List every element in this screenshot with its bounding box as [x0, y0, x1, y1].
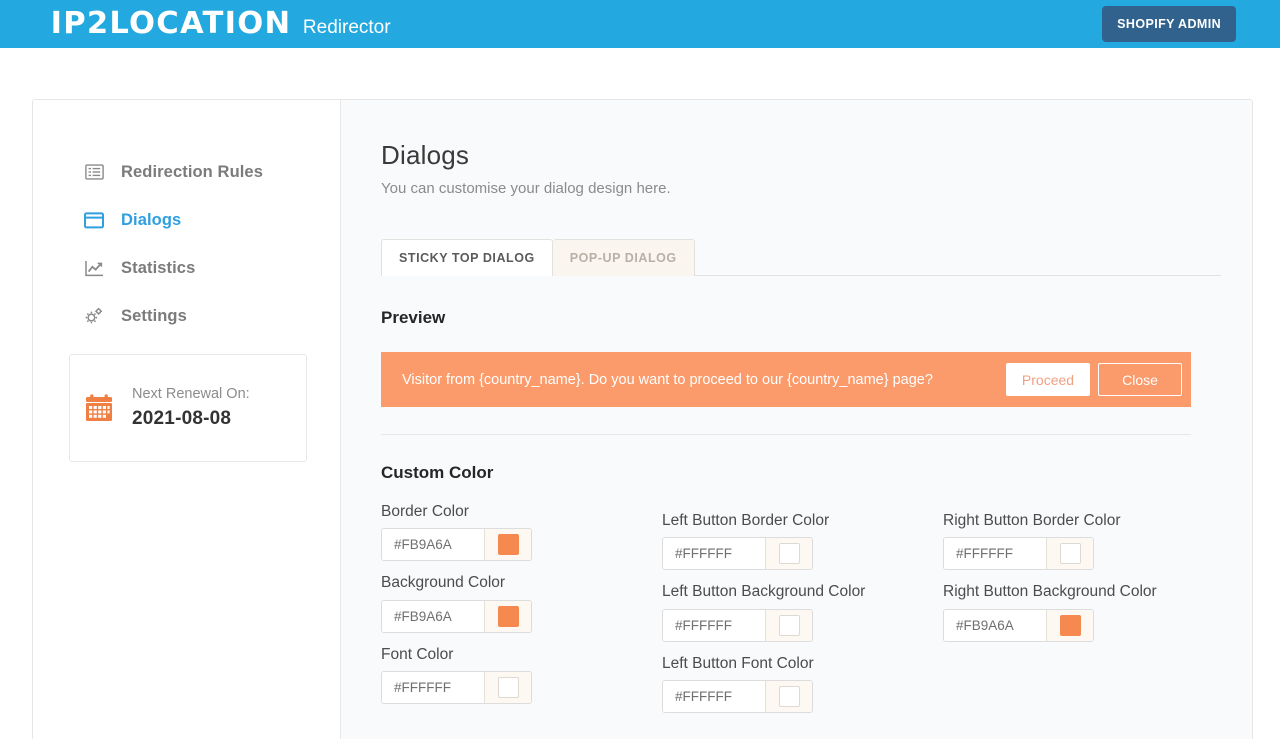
sidebar-item-label: Statistics [121, 259, 195, 278]
left-button-background-color-input[interactable] [663, 610, 765, 641]
preview-heading: Preview [381, 308, 1222, 328]
field-font-color: Font Color [381, 645, 662, 704]
main-content: Dialogs You can customise your dialog de… [341, 100, 1252, 739]
field-left-button-border-color: Left Button Border Color [662, 511, 943, 570]
cogs-icon [83, 306, 105, 326]
sidebar: Redirection Rules Dialogs Statistics [33, 100, 341, 739]
chart-line-icon [83, 258, 105, 278]
field-label: Left Button Border Color [662, 511, 884, 530]
sidebar-item-dialogs[interactable]: Dialogs [33, 196, 340, 244]
color-input-group[interactable] [943, 537, 1094, 570]
field-label: Right Button Border Color [943, 511, 1165, 530]
sidebar-item-statistics[interactable]: Statistics [33, 244, 340, 292]
field-label: Left Button Background Color [662, 582, 884, 601]
field-left-button-font-color: Left Button Font Color [662, 654, 943, 713]
left-button-font-color-input[interactable] [663, 681, 765, 712]
background-color-swatch-button[interactable] [484, 601, 531, 632]
shopify-admin-button[interactable]: SHOPIFY ADMIN [1102, 6, 1236, 42]
field-label: Font Color [381, 645, 603, 664]
field-border-color: Border Color [381, 502, 662, 561]
field-right-button-background-color: Right Button Background Color [943, 582, 1224, 641]
preview-message: Visitor from {country_name}. Do you want… [402, 372, 998, 388]
custom-color-grid: Border Color Background Color [381, 502, 1222, 725]
content-panel: Redirection Rules Dialogs Statistics [32, 99, 1253, 739]
custom-color-heading: Custom Color [381, 463, 1222, 483]
right-button-border-color-swatch-button[interactable] [1046, 538, 1093, 569]
left-button-border-color-input[interactable] [663, 538, 765, 569]
sidebar-item-redirection-rules[interactable]: Redirection Rules [33, 148, 340, 196]
tab-pop-up-dialog[interactable]: POP-UP DIALOG [553, 239, 695, 276]
sidebar-item-label: Redirection Rules [121, 163, 263, 182]
color-swatch [498, 534, 519, 555]
background-color-input[interactable] [382, 601, 484, 632]
product-name: Redirector [303, 18, 391, 37]
field-label: Left Button Font Color [662, 654, 884, 673]
window-icon [83, 210, 105, 230]
sidebar-item-label: Dialogs [121, 211, 181, 230]
page-title: Dialogs [381, 140, 1222, 171]
preview-close-button[interactable]: Close [1098, 363, 1182, 396]
preview-proceed-button[interactable]: Proceed [1006, 363, 1090, 396]
color-input-group[interactable] [381, 600, 532, 633]
border-color-input[interactable] [382, 529, 484, 560]
top-header-bar: IP2LOCATION Redirector SHOPIFY ADMIN [0, 0, 1280, 48]
field-label: Right Button Background Color [943, 582, 1165, 601]
page-subtitle: You can customise your dialog design her… [381, 180, 1222, 197]
color-swatch [498, 677, 519, 698]
color-column-dialog: Border Color Background Color [381, 502, 662, 725]
right-button-border-color-input[interactable] [944, 538, 1046, 569]
font-color-input[interactable] [382, 672, 484, 703]
list-alt-icon [83, 162, 105, 182]
color-swatch [779, 615, 800, 636]
sidebar-item-settings[interactable]: Settings [33, 292, 340, 340]
border-color-swatch-button[interactable] [484, 529, 531, 560]
color-swatch [779, 543, 800, 564]
color-swatch [1060, 543, 1081, 564]
color-input-group[interactable] [662, 609, 813, 642]
section-divider [381, 434, 1191, 435]
tab-sticky-top-dialog[interactable]: STICKY TOP DIALOG [381, 239, 553, 276]
ip2location-logo: IP2LOCATION [51, 9, 292, 39]
next-renewal-card: Next Renewal On: 2021-08-08 [69, 354, 307, 462]
color-input-group[interactable] [381, 528, 532, 561]
right-button-background-color-input[interactable] [944, 610, 1046, 641]
color-column-right-button: Right Button Border Color Right Button B… [943, 502, 1224, 725]
sidebar-item-label: Settings [121, 307, 187, 326]
field-label: Border Color [381, 502, 603, 521]
left-button-font-color-swatch-button[interactable] [765, 681, 812, 712]
color-column-left-button: Left Button Border Color Left Button Bac… [662, 502, 943, 725]
left-button-border-color-swatch-button[interactable] [765, 538, 812, 569]
renewal-date: 2021-08-08 [132, 408, 250, 430]
color-input-group[interactable] [943, 609, 1094, 642]
font-color-swatch-button[interactable] [484, 672, 531, 703]
preview-banner: Visitor from {country_name}. Do you want… [381, 352, 1191, 407]
right-button-background-color-swatch-button[interactable] [1046, 610, 1093, 641]
color-swatch [498, 606, 519, 627]
color-swatch [779, 686, 800, 707]
renewal-text: Next Renewal On: 2021-08-08 [132, 386, 250, 430]
dialog-tabs: STICKY TOP DIALOG POP-UP DIALOG [381, 239, 1221, 276]
field-left-button-background-color: Left Button Background Color [662, 582, 943, 641]
color-swatch [1060, 615, 1081, 636]
field-background-color: Background Color [381, 573, 662, 632]
color-input-group[interactable] [381, 671, 532, 704]
renewal-label: Next Renewal On: [132, 386, 250, 402]
field-right-button-border-color: Right Button Border Color [943, 511, 1224, 570]
left-button-background-color-swatch-button[interactable] [765, 610, 812, 641]
brand: IP2LOCATION Redirector [53, 9, 391, 39]
color-input-group[interactable] [662, 680, 813, 713]
calendar-icon [82, 391, 116, 425]
color-input-group[interactable] [662, 537, 813, 570]
field-label: Background Color [381, 573, 603, 592]
